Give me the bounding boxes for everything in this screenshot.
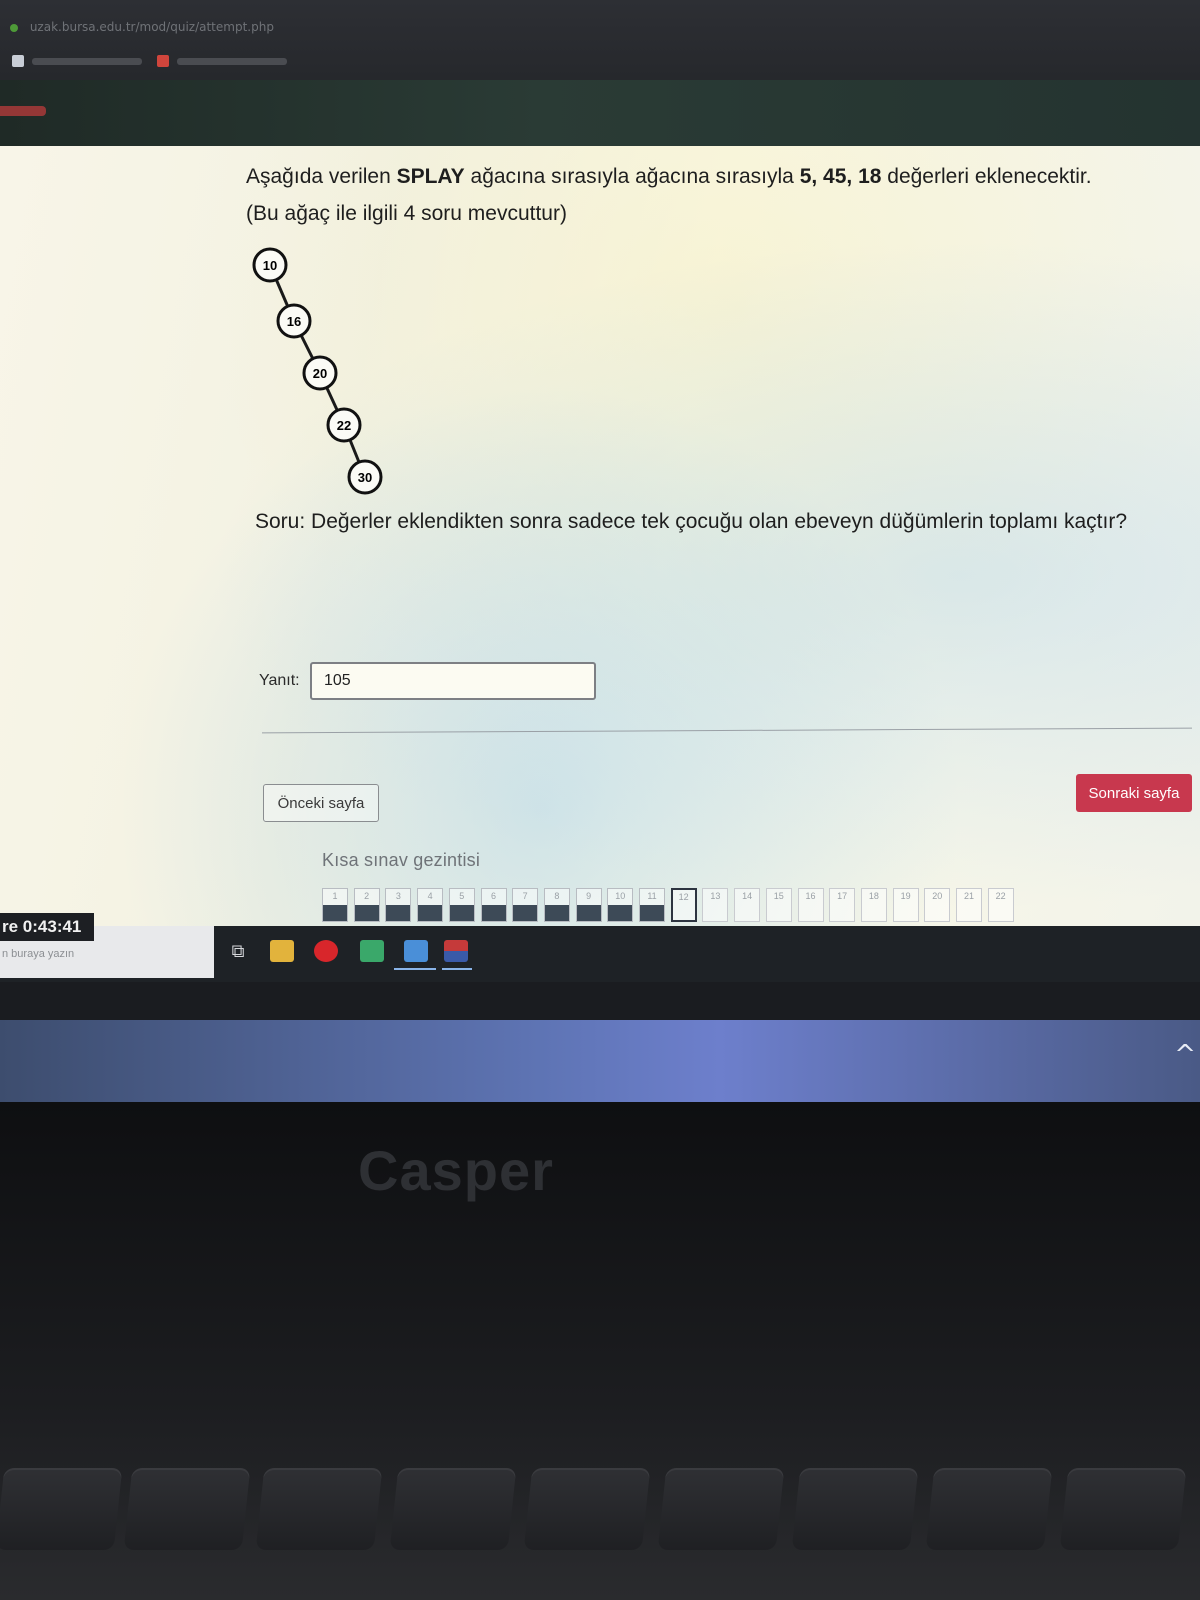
- tree-type: SPLAY: [396, 165, 465, 188]
- quiz-nav-button[interactable]: 9: [575, 888, 602, 922]
- bookmarks-bar: [12, 52, 412, 70]
- address-bar[interactable]: uzak.bursa.edu.tr/mod/quiz/attempt.php: [10, 20, 310, 40]
- bookmark-label: [32, 57, 142, 65]
- tree-node-label: 22: [337, 418, 351, 433]
- splay-tree-diagram: 10 16 20 22 30: [252, 247, 383, 495]
- chevron-up-icon[interactable]: ^: [1174, 1040, 1196, 1070]
- quiz-nav-button[interactable]: 21: [956, 888, 982, 922]
- quiz-nav-button[interactable]: 1: [322, 888, 348, 922]
- quiz-content: Aşağıda verilen SPLAY ağacına sırasıyla …: [0, 146, 1200, 926]
- photos-icon[interactable]: [404, 940, 428, 962]
- quiz-nav-button[interactable]: 19: [892, 888, 919, 922]
- header-nav-tag[interactable]: [0, 106, 46, 116]
- question-subnote: (Bu ağaç ile ilgili 4 soru mevcuttur): [246, 202, 567, 225]
- answer-input[interactable]: [310, 662, 596, 700]
- quiz-nav-button[interactable]: 2: [353, 888, 380, 922]
- secure-site-icon: [10, 23, 18, 32]
- quiz-nav-button[interactable]: 20: [924, 888, 951, 922]
- keyboard-key: [0, 1468, 123, 1550]
- answer-label: Yanıt:: [259, 672, 300, 689]
- desktop-background: [0, 1020, 1200, 1102]
- quiz-nav-button[interactable]: 13: [702, 888, 729, 922]
- quiz-nav-button[interactable]: 11: [639, 888, 665, 922]
- question-text: Soru: Değerler eklendikten sonra sadece …: [255, 510, 1128, 533]
- quiz-nav-button[interactable]: 12: [670, 888, 697, 922]
- taskbar: n buraya yazın ⧉: [0, 926, 1200, 982]
- quiz-nav-button[interactable]: 22: [987, 888, 1014, 922]
- app-icon[interactable]: [444, 940, 468, 962]
- keyboard-key: [123, 1468, 251, 1550]
- task-view-icon[interactable]: ⧉: [226, 940, 250, 962]
- bookmark-icon: [157, 55, 169, 67]
- question-intro: Aşağıda verilen SPLAY ağacına sırasıyla …: [246, 158, 1186, 232]
- opera-browser-icon[interactable]: [314, 940, 338, 962]
- quiz-navigation-title: Kısa sınav gezintisi: [322, 850, 481, 870]
- divider: [262, 727, 1192, 734]
- quiz-nav-button[interactable]: 3: [385, 888, 412, 922]
- address-bar-url: uzak.bursa.edu.tr/mod/quiz/attempt.php: [29, 20, 274, 34]
- intro-prefix: Aşağıda verilen: [246, 165, 397, 188]
- quiz-nav-button[interactable]: 6: [480, 888, 507, 922]
- keyboard-key: [389, 1468, 517, 1550]
- screen-bezel: [0, 982, 1200, 1022]
- intro-suffix: değerleri eklenecektir.: [881, 165, 1092, 188]
- quiz-nav-button[interactable]: 7: [512, 888, 539, 922]
- quiz-nav-button[interactable]: 4: [417, 888, 444, 922]
- active-app-indicator: [394, 968, 436, 970]
- keyboard-key: [1059, 1468, 1187, 1550]
- quiz-nav-button[interactable]: 14: [734, 888, 761, 922]
- quiz-nav-button[interactable]: 15: [765, 888, 792, 922]
- quiz-navigation-grid: 1 2 3 4 5 6 7 8 9 10 11 12 13 14 15 16 17 18 19 20 21 22: [322, 888, 1022, 926]
- keyboard-key: [523, 1468, 651, 1550]
- bookmark-item[interactable]: [12, 52, 142, 70]
- next-page-button[interactable]: Sonraki sayfa: [1076, 774, 1192, 812]
- quiz-nav-button[interactable]: 16: [797, 888, 824, 922]
- active-app-indicator: [442, 968, 472, 970]
- quiz-timer: re 0:43:41: [0, 913, 94, 941]
- quiz-nav-button[interactable]: 10: [607, 888, 634, 922]
- keyboard-key: [657, 1468, 785, 1550]
- quiz-nav-button[interactable]: 17: [829, 888, 856, 922]
- quiz-nav-button[interactable]: 18: [860, 888, 887, 922]
- browser-toolbar: uzak.bursa.edu.tr/mod/quiz/attempt.php: [0, 0, 1200, 80]
- file-explorer-icon[interactable]: [270, 940, 294, 962]
- app-icon[interactable]: [360, 940, 384, 962]
- keyboard-key: [925, 1468, 1053, 1550]
- keyboard-key: [791, 1468, 919, 1550]
- tree-node-label: 30: [358, 470, 372, 485]
- intro-middle: ağacına sırasıyla ağacına sırasıyla: [464, 165, 800, 188]
- quiz-nav-button[interactable]: 5: [448, 888, 475, 922]
- laptop-brand-logo: Casper: [358, 1139, 554, 1202]
- quiz-nav-button[interactable]: 8: [543, 888, 570, 922]
- keyboard-key: [255, 1468, 383, 1550]
- bookmark-label: [177, 57, 287, 65]
- insert-values: 5, 45, 18: [799, 165, 882, 188]
- previous-page-button[interactable]: Önceki sayfa: [263, 784, 379, 822]
- bookmark-item[interactable]: [157, 52, 287, 70]
- site-header: [0, 80, 1200, 146]
- bookmark-icon: [12, 55, 24, 67]
- tree-node-label: 20: [313, 366, 327, 381]
- tree-node-label: 10: [263, 258, 277, 273]
- tree-node-label: 16: [287, 314, 301, 329]
